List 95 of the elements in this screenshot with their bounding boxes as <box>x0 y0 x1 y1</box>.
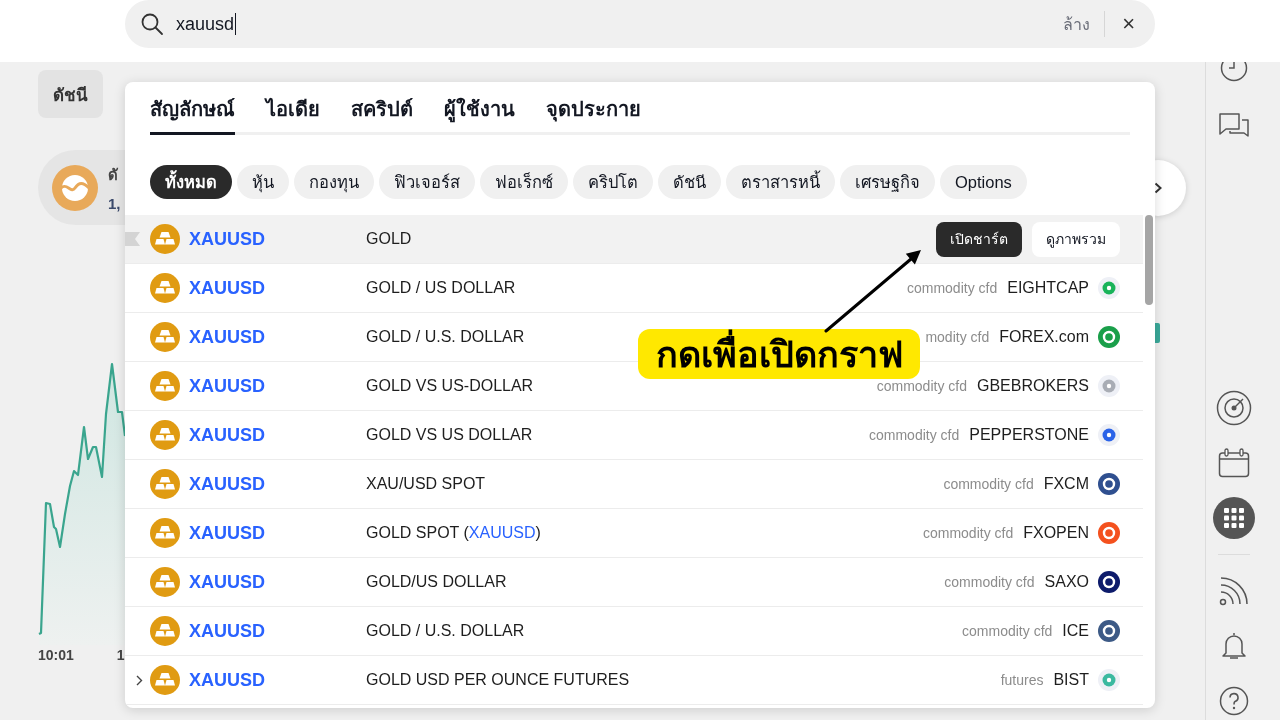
symbol-link[interactable]: XAUUSD <box>189 620 366 642</box>
market-type: modity cfd <box>925 329 990 345</box>
scrollbar[interactable] <box>1145 215 1153 305</box>
symbol-description: GOLD USD PER OUNCE FUTURES <box>366 671 631 689</box>
ingot-icon <box>150 518 180 548</box>
result-row[interactable]: XAUUSD GOLD/US DOLLAR commodity cfd SAXO <box>125 558 1143 607</box>
ingot-icon <box>150 420 180 450</box>
calendar-icon[interactable] <box>1218 448 1250 478</box>
market-type: commodity cfd <box>922 525 1014 541</box>
ingot-icon <box>150 469 180 499</box>
card-title: ดั <box>108 165 119 185</box>
exchange-name: BIST <box>1053 671 1089 689</box>
filter-chip[interactable]: ตราสารหนี้ <box>726 165 835 199</box>
ingot-icon <box>150 616 180 646</box>
symbol-link[interactable]: XAUUSD <box>189 473 366 495</box>
apps-grid-icon[interactable] <box>1213 497 1255 539</box>
symbol-description: XAU/USD SPOT <box>366 475 487 493</box>
search-icon <box>140 12 164 36</box>
row-action-button[interactable]: เปิดชาร์ต <box>936 221 1022 257</box>
exchange-name: GBEBROKERS <box>976 377 1089 395</box>
result-row[interactable]: XAUUSD GOLD VS US DOLLAR commodity cfd PEPPERSTONE <box>125 411 1143 460</box>
result-row[interactable]: XAUUSD GOLD เปิดชาร์ต ดูภาพรวม <box>125 215 1143 264</box>
symbol-description: GOLD VS US-DOLLAR <box>366 377 535 395</box>
category-tab[interactable]: สัญลักษณ์ <box>150 95 235 135</box>
symbol-description: GOLD / U.S. DOLLAR <box>366 622 526 640</box>
clear-button[interactable]: ล้าง <box>1049 11 1105 37</box>
market-type: futures <box>1000 672 1044 688</box>
exchange-name: ICE <box>1062 622 1089 640</box>
time-axis-label: 10:01 <box>38 647 74 663</box>
symbol-description: GOLD SPOT (XAUUSD) <box>366 524 542 542</box>
market-type: commodity cfd <box>962 623 1053 639</box>
filter-chip[interactable]: ดัชนี <box>658 165 721 199</box>
result-row[interactable]: XAUUSD XAU/USD SPOT commodity cfd FXCM <box>125 460 1143 509</box>
exchange-name: FXOPEN <box>1023 524 1089 542</box>
filter-chip[interactable]: กองทุน <box>294 165 374 199</box>
exchange-name: EIGHTCAP <box>1007 279 1089 297</box>
filter-chip[interactable]: คริปโต <box>573 165 653 199</box>
symbol-description: GOLD <box>366 230 413 248</box>
card-value: 1, <box>108 195 121 212</box>
target-icon[interactable] <box>1216 390 1252 426</box>
ingot-icon <box>150 665 180 695</box>
ingot-icon <box>150 224 180 254</box>
clock-icon[interactable] <box>1220 62 1248 82</box>
symbol-link[interactable]: XAUUSD <box>189 669 366 691</box>
market-type: commodity cfd <box>869 427 960 443</box>
filter-chip[interactable]: ทั้งหมด <box>150 165 232 199</box>
category-tab[interactable]: ไอเดีย <box>266 95 320 135</box>
exchange-name: FXCM <box>1043 475 1089 493</box>
symbol-description: GOLD/US DOLLAR <box>366 573 508 591</box>
symbol-description: GOLD / U.S. DOLLAR <box>366 328 526 346</box>
category-tab[interactable]: ผู้ใช้งาน <box>444 95 515 135</box>
rss-icon[interactable] <box>1219 576 1249 606</box>
row-action-button[interactable]: ดูภาพรวม <box>1032 221 1120 257</box>
close-button[interactable]: × <box>1105 12 1135 36</box>
ingot-icon <box>150 371 180 401</box>
market-type: commodity cfd <box>906 280 998 296</box>
ingot-icon <box>150 273 180 303</box>
category-tab[interactable]: ดัชนี <box>38 70 103 118</box>
exchange-name: PEPPERSTONE <box>969 426 1089 444</box>
market-type: commodity cfd <box>944 574 1035 590</box>
category-tab[interactable]: จุดประกาย <box>546 95 641 135</box>
ingot-icon <box>150 567 180 597</box>
symbol-link[interactable]: XAUUSD <box>189 571 366 593</box>
help-icon[interactable] <box>1219 686 1249 716</box>
result-row[interactable]: XAUUSD GOLD SPOT (XAUUSD) commodity cfd FXOPEN <box>125 509 1143 558</box>
filter-chip[interactable]: Options <box>940 165 1027 199</box>
market-type: commodity cfd <box>876 378 967 394</box>
exchange-name: FOREX.com <box>999 328 1089 346</box>
category-tab[interactable]: สคริปต์ <box>351 95 413 135</box>
price-tag-icon <box>1155 323 1160 343</box>
filter-chip[interactable]: ฟิวเจอร์ส <box>379 165 475 199</box>
symbol-description: GOLD VS US DOLLAR <box>366 426 534 444</box>
exchange-name: SAXO <box>1044 573 1089 591</box>
chevron-icon[interactable] <box>136 674 143 686</box>
symbol-link[interactable]: XAUUSD <box>189 326 366 348</box>
result-row[interactable]: XAUUSD GOLD USD PER OUNCE FUTURES futures BIST <box>125 656 1143 705</box>
filter-chip[interactable]: เศรษฐกิจ <box>840 165 935 199</box>
symbol-link[interactable]: XAUUSD <box>189 277 366 299</box>
symbol-link[interactable]: XAUUSD <box>189 375 366 397</box>
symbol-link[interactable]: XAUUSD <box>189 522 366 544</box>
chevron-icon <box>1154 181 1162 194</box>
filter-chip[interactable]: ฟอเร็กซ์ <box>480 165 568 199</box>
wave-circle-icon <box>52 164 98 211</box>
filter-chip[interactable]: หุ้น <box>237 165 289 199</box>
search-input[interactable]: xauusd <box>176 12 1050 36</box>
market-type: commodity cfd <box>943 476 1034 492</box>
time-axis-label: 1 <box>116 647 125 663</box>
symbol-link[interactable]: XAUUSD <box>189 228 366 250</box>
result-row[interactable]: XAUUSD GOLD / U.S. DOLLAR commodity cfd ICE <box>125 607 1143 656</box>
result-row[interactable]: XAUUSD GOLD / US DOLLAR commodity cfd EIGHTCAP <box>125 264 1143 313</box>
symbol-description: GOLD / US DOLLAR <box>366 279 517 297</box>
bell-icon[interactable] <box>1220 631 1248 661</box>
callout-label: กดเพื่อเปิดกราฟ <box>638 329 920 379</box>
ingot-icon <box>150 322 180 352</box>
symbol-link[interactable]: XAUUSD <box>189 424 366 446</box>
